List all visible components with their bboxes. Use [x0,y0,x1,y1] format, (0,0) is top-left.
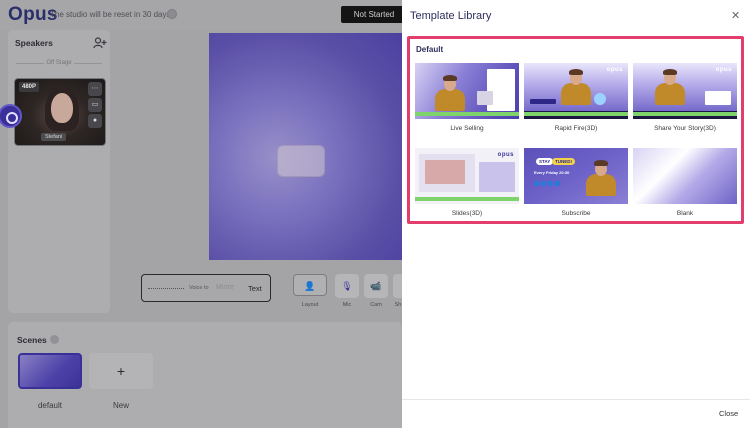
voice-mode-control[interactable]: Voice to Mirror Text [141,274,271,302]
scenes-title: Scenes [17,335,47,345]
scenes-info-icon[interactable] [50,335,59,344]
opus-watermark: opus [606,67,623,73]
layout-button[interactable]: 👤 [293,274,327,296]
status-button[interactable]: Not Started [341,6,407,23]
info-icon[interactable] [167,9,177,19]
opus-watermark: opus [715,67,732,73]
template-library-drawer: Template Library ✕ Default Live Selling … [402,0,750,428]
new-scene-button[interactable]: + [89,353,153,389]
lower-third-bar [633,112,737,116]
section-title: Default [416,45,444,54]
template-thumbnail: STAY TUNED! Every Friday 20:30 [524,148,628,204]
stage-preview [209,33,402,260]
opus-watermark: opus [497,152,514,158]
video-camera-icon: 📹 [370,281,382,291]
watermark-logo [277,145,325,177]
scenes-panel: Scenes default + New [8,322,402,428]
template-thumbnail: opus [524,63,628,119]
lower-third-bar [415,112,519,116]
add-speaker-icon[interactable] [93,37,107,49]
product-image [477,91,493,105]
story-card [705,91,731,105]
template-blank[interactable]: Blank [633,148,737,217]
template-thumbnail: opus [633,63,737,119]
voice-waveform [148,288,184,289]
presenter-figure [586,160,616,196]
drawer-title: Template Library [410,10,492,22]
template-section: Default Live Selling opus Rapid Fire(3D) [407,36,744,224]
more-options-icon[interactable]: ⋯ [88,82,102,96]
reset-notice: The studio will be reset in 30 days. [50,10,173,19]
template-thumbnail [415,63,519,119]
scene-default-label: default [37,401,63,410]
timer-badge [594,93,606,105]
template-live-selling[interactable]: Live Selling [415,63,519,132]
social-icons [534,181,560,186]
lower-third-bar [524,112,628,116]
template-label: Slides(3D) [451,210,483,217]
scene-default[interactable] [18,353,82,389]
voice-mirror-option[interactable]: Mirror [216,284,234,291]
template-rapid-fire[interactable]: opus Rapid Fire(3D) [524,63,628,132]
speakers-panel: Speakers Off Stage 480P ⋯ ▭ ● Stefani [8,30,110,313]
presenter-figure [655,69,685,105]
speakers-title: Speakers [15,38,53,48]
layout-label: Layout [301,302,319,308]
speaker-name: Stefani [41,133,67,141]
voice-text-option[interactable]: Text [248,284,262,293]
top-bar: Opus The studio will be reset in 30 days… [0,0,407,30]
mic-button[interactable]: 🎙 [335,274,359,298]
mic-icon[interactable]: ● [88,114,102,128]
voice-to-label: Voice to [189,285,209,291]
template-label: Rapid Fire(3D) [554,125,598,132]
camera-icon[interactable]: ▭ [88,98,102,112]
speaker-controls: ⋯ ▭ ● [88,82,102,130]
template-share-your-story[interactable]: opus Share Your Story(3D) [633,63,737,132]
mic-label: Mic [342,302,352,308]
speaker-card[interactable]: 480P ⋯ ▭ ● Stefani [14,78,106,146]
cam-label: Cam [370,302,382,308]
template-label: Subscribe [561,210,591,217]
template-label: Share Your Story(3D) [654,125,716,132]
microphone-icon: 🎙 [341,281,353,291]
close-button[interactable]: Close [719,409,738,418]
template-thumbnail [633,148,737,204]
drawer-footer: Close [402,399,750,428]
share-label: Sh [394,302,402,308]
tuned-badge: TUNED! [552,158,575,165]
new-scene-label: New [112,401,129,410]
schedule-text: Every Friday 20:30 [534,170,570,175]
close-icon[interactable]: ✕ [731,9,740,22]
resolution-badge: 480P [19,82,40,92]
stay-badge: STAY [536,158,554,165]
person-icon: 👤 [304,281,316,291]
slide-map [425,160,465,184]
offstage-divider-right [74,63,102,64]
template-label: Blank [676,210,694,217]
cam-button[interactable]: 📹 [364,274,388,298]
template-slides[interactable]: opus Slides(3D) [415,148,519,217]
lower-third-bar [415,197,519,201]
presenter-window [479,162,515,192]
speaker-face [51,93,73,123]
share-button[interactable] [393,274,402,298]
presenter-figure [435,75,465,111]
presenter-figure [561,69,591,105]
template-subscribe[interactable]: STAY TUNED! Every Friday 20:30 Subscribe [524,148,628,217]
template-thumbnail: opus [415,148,519,204]
title-pill [530,99,556,104]
template-label: Live Selling [450,125,484,132]
